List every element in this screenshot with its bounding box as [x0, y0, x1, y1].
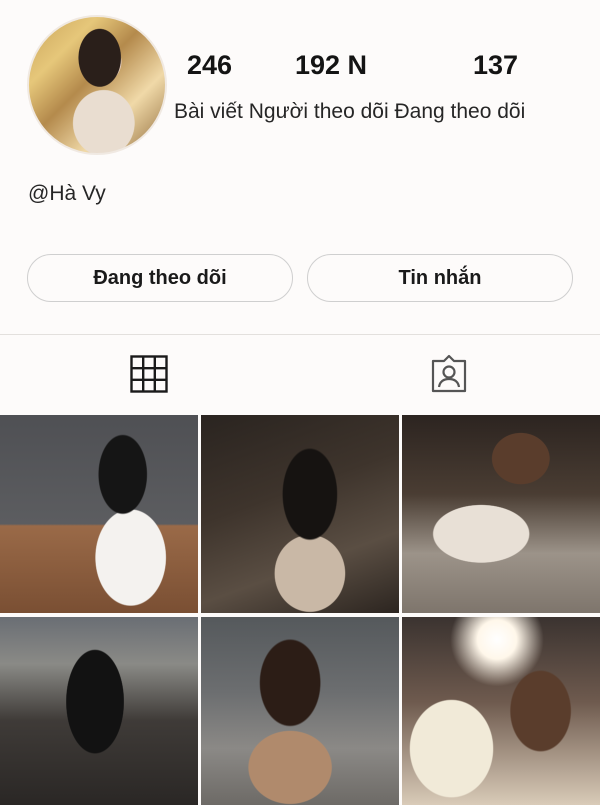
stat-labels: Bài viết Người theo dõi Đang theo dõi	[174, 100, 525, 124]
profile-header: 246 192 N 137 Bài viết Người theo dõi Đa…	[0, 0, 600, 330]
following-button[interactable]: Đang theo dõi	[27, 254, 293, 302]
followers-label[interactable]: Người theo dõi	[249, 100, 389, 123]
avatar[interactable]	[27, 15, 167, 155]
following-count[interactable]: 137	[473, 50, 518, 81]
divider	[0, 334, 600, 335]
post-thumbnail[interactable]	[0, 415, 198, 613]
message-button[interactable]: Tin nhắn	[307, 254, 573, 302]
post-thumbnail[interactable]	[201, 617, 399, 805]
username: @Hà Vy	[28, 182, 106, 205]
tagged-person-icon	[431, 354, 467, 393]
posts-count[interactable]: 246	[187, 50, 232, 81]
grid-icon	[130, 355, 168, 393]
post-thumbnail[interactable]	[402, 415, 600, 613]
followers-count[interactable]: 192 N	[295, 50, 367, 81]
posts-grid	[0, 415, 600, 805]
post-thumbnail[interactable]	[201, 415, 399, 613]
post-thumbnail[interactable]	[402, 617, 600, 805]
tab-tagged[interactable]	[429, 352, 469, 396]
tab-posts-grid[interactable]	[129, 352, 169, 396]
following-label[interactable]: Đang theo dõi	[394, 100, 525, 123]
post-thumbnail[interactable]	[0, 617, 198, 805]
posts-label[interactable]: Bài viết	[174, 100, 243, 123]
